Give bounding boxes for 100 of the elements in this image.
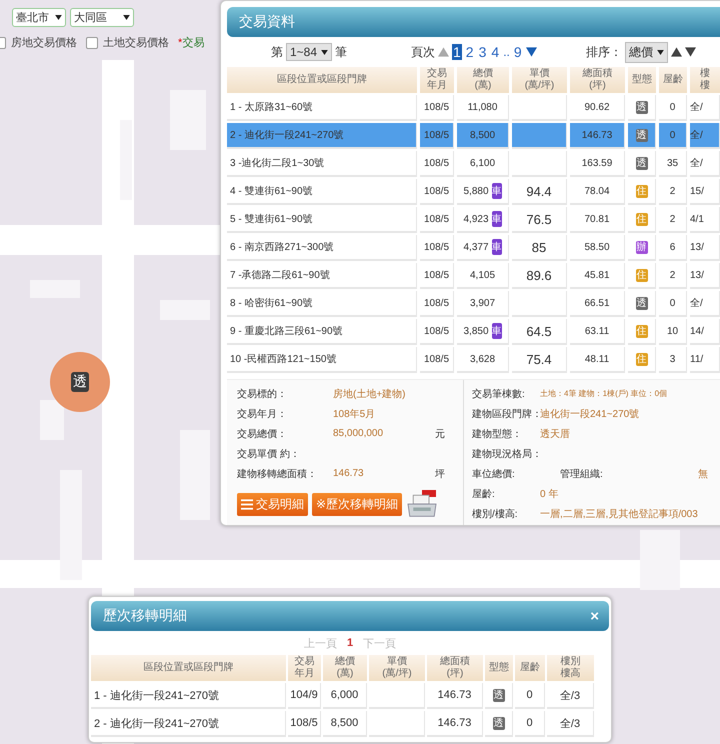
type-badge: 透 [492, 716, 504, 730]
column-header: 區段位置或區段門牌 [227, 67, 417, 93]
pages-label: 頁次 [411, 44, 435, 60]
detail-label: 建物現況格局： [472, 448, 540, 460]
pdf-printer-icon[interactable] [406, 490, 438, 518]
city-select[interactable]: 臺北市 [12, 8, 66, 27]
age-cell: 3 [659, 347, 687, 373]
page-link[interactable]: 9 [512, 44, 523, 60]
next-page-icon[interactable] [526, 47, 537, 57]
column-header: 樓別 樓高 [547, 655, 594, 681]
unit-price-cell [369, 711, 425, 737]
date-cell: 108/5 [420, 151, 454, 177]
table-row[interactable]: 3 -迪化街二段1~30號 108/5 6,100 163.59 透 35 全/ [227, 151, 720, 177]
type-badge: 透 [492, 688, 504, 702]
caret-icon [657, 50, 664, 54]
column-header: 區段位置或區段門牌 [91, 655, 286, 681]
unit-price-cell: 75.4 [512, 347, 567, 373]
age-cell: 0 [515, 711, 545, 737]
column-header: 屋齡 [659, 67, 687, 93]
caret-icon [321, 50, 328, 54]
price-cell: 8,500 [323, 711, 367, 737]
detail-label: 交易年月： [237, 408, 288, 420]
parking-badge: 車 [492, 183, 502, 199]
age-cell: 0 [659, 95, 687, 121]
area-cell: 66.51 [570, 291, 625, 317]
sort-ascending-icon[interactable] [671, 47, 682, 57]
floor-cell: 全/ [690, 123, 720, 149]
dialog-title: 歷次移轉明細 [103, 607, 187, 625]
caret-icon [55, 15, 62, 20]
detail-label: 建物移轉總面積： [237, 468, 318, 480]
type-badge: 辦 [636, 240, 648, 254]
range-select[interactable]: 1~84 [286, 43, 332, 61]
area-cell: 78.04 [570, 179, 625, 205]
table-row[interactable]: 8 - 哈密街61~90號 108/5 3,907 66.51 透 0 全/ [227, 291, 720, 317]
detail-unit: 坪 [435, 468, 445, 480]
age-cell: 0 [515, 683, 545, 709]
type-badge: 透 [636, 156, 648, 170]
checkbox-label: 房地交易價格 [11, 36, 77, 50]
detail-value: 房地(土地+建物) [333, 388, 406, 400]
page-link[interactable]: 1 [452, 44, 462, 60]
table-row[interactable]: 2 - 迪化街一段241~270號 108/5 8,500 146.73 透 0 全/ [227, 123, 720, 149]
page-link[interactable]: 3 [478, 44, 488, 60]
area-cell: 70.81 [570, 207, 625, 233]
sort-select[interactable]: 總價 [625, 42, 668, 62]
area-cell: 146.73 [427, 683, 483, 709]
unit-price-cell [369, 683, 425, 709]
column-header: 交易 年月 [420, 67, 454, 93]
area-cell: 48.11 [570, 347, 625, 373]
table-row[interactable]: 7 -承德路二段61~90號 108/5 4,105 89.6 45.81 住 2 13/ [227, 263, 720, 289]
page-link[interactable]: 4 [490, 44, 500, 60]
detail-label: 管理組織: [560, 468, 604, 480]
age-cell: 2 [659, 263, 687, 289]
price-cell: 8,500 [470, 130, 496, 140]
price-cell: 3,850 [463, 326, 489, 336]
age-cell: 0 [659, 291, 687, 317]
sort-descending-icon[interactable] [685, 47, 696, 57]
price-cell: 11,080 [468, 102, 498, 112]
detail-value: 0 年 [540, 488, 558, 500]
age-cell: 10 [659, 319, 687, 345]
column-header: 總面積 (坪) [570, 67, 625, 93]
date-cell: 108/5 [420, 235, 454, 261]
floor-cell: 13/ [690, 263, 720, 289]
type-badge: 住 [636, 352, 648, 366]
address-cell: 9 - 重慶北路三段61~90號 [227, 319, 417, 345]
unit-price-cell: 89.6 [512, 263, 567, 289]
table-row[interactable]: 9 - 重慶北路三段61~90號 108/5 3,850 車 64.5 63.11 住 10 14/ [227, 319, 720, 345]
table-row[interactable]: 6 - 南京西路271~300號 108/5 4,377 車 85 58.50 辦 6 13/ [227, 235, 720, 261]
unit-price-cell: 94.4 [512, 179, 567, 205]
area-cell: 146.73 [570, 123, 625, 149]
detail-value: 迪化街一段241~270號 [540, 408, 640, 420]
date-cell: 108/5 [420, 95, 454, 121]
floor-cell: 全/ [690, 291, 720, 317]
unit-price-cell: 76.5 [512, 207, 567, 233]
table-row[interactable]: 5 - 雙連街61~90號 108/5 4,923 車 76.5 70.81 住 2 4/1 [227, 207, 720, 233]
detail-value: 85,000,000 [333, 428, 384, 439]
area-cell: 146.73 [427, 711, 483, 737]
detail-label: 樓別/樓高: [472, 508, 519, 520]
detail-value: 土地：4筆 建物：1棟(戶) 車位：0個 [540, 388, 668, 399]
price-cell: 4,923 [463, 214, 489, 224]
detail-unit: 元 [435, 428, 445, 440]
column-header: 交易 年月 [288, 655, 321, 681]
detail-value: 108年5月 [333, 408, 376, 420]
detail-label: 交易總價： [237, 428, 288, 440]
table-row[interactable]: 1 - 太原路31~60號 108/5 11,080 90.62 透 0 全/ [227, 95, 720, 121]
price-cell: 4,105 [470, 270, 496, 280]
date-cell: 108/5 [420, 319, 454, 345]
floor-cell: 4/1 [690, 207, 720, 233]
table-row[interactable]: 4 - 雙連街61~90號 108/5 5,880 車 94.4 78.04 住 2 15/ [227, 179, 720, 205]
age-cell: 2 [659, 179, 687, 205]
range-suffix: 筆 [335, 44, 348, 60]
page-link[interactable]: 2 [464, 44, 475, 60]
checkbox[interactable] [86, 36, 98, 48]
caret-icon [123, 15, 130, 20]
address-cell: 8 - 哈密街61~90號 [227, 291, 417, 317]
type-badge: 透 [636, 100, 648, 114]
floor-cell: 14/ [690, 319, 720, 345]
table-row[interactable]: 10 -民權西路121~150號 108/5 3,628 75.4 48.11 住 3 11/ [227, 347, 720, 373]
address-cell: 10 -民權西路121~150號 [227, 347, 417, 373]
district-select[interactable]: 大同區 [70, 8, 134, 27]
type-badge: 住 [636, 212, 648, 226]
